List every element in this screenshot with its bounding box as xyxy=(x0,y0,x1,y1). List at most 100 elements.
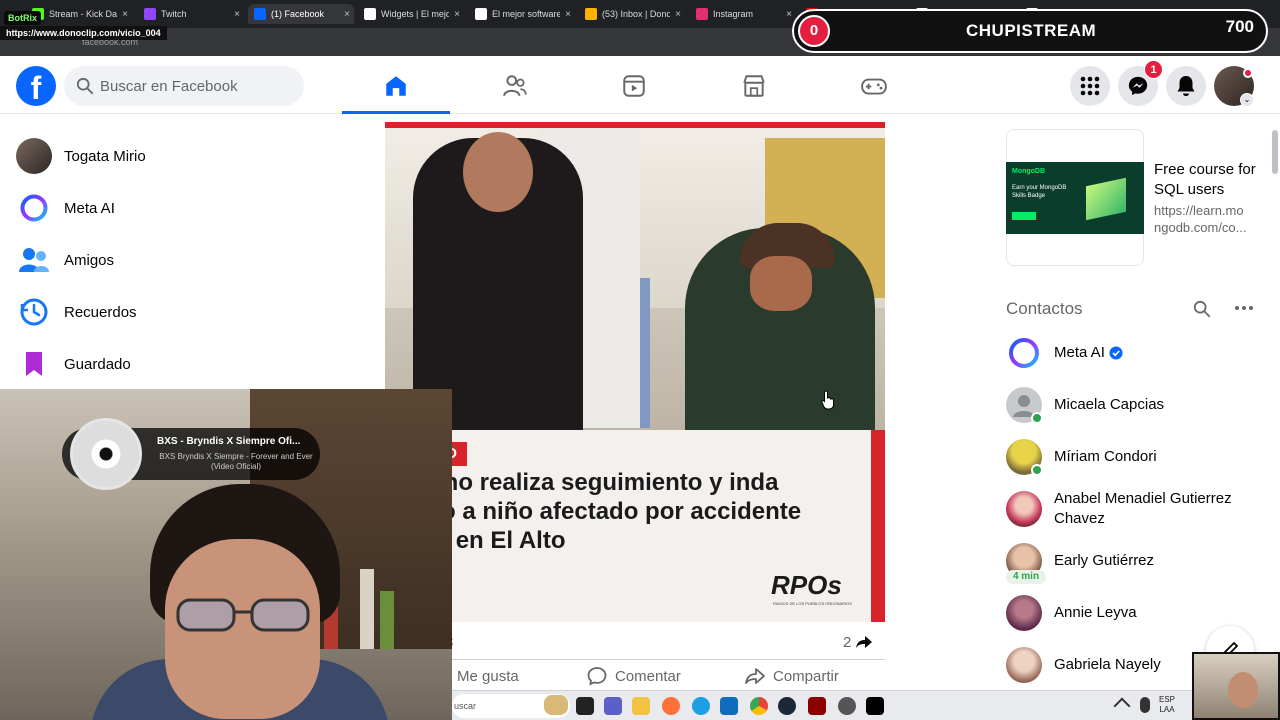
botrix-label: BotRix xyxy=(4,11,41,25)
app-icon[interactable] xyxy=(808,697,826,715)
now-playing-widget: BXS - Bryndis X Siempre Ofi... BXS Brynd… xyxy=(62,418,320,490)
like-button[interactable]: Me gusta xyxy=(457,662,519,690)
photo-face xyxy=(750,256,812,311)
edge-icon[interactable] xyxy=(692,697,710,715)
tab-video[interactable] xyxy=(580,60,688,112)
verified-badge-icon xyxy=(1109,346,1123,360)
meta-ai-icon xyxy=(16,190,52,226)
share-button[interactable]: Compartir xyxy=(745,662,839,690)
contact-name: Anabel Menadiel Gutierrez Chavez xyxy=(1054,490,1232,527)
stream-count: 0 xyxy=(798,15,830,47)
tab-close-icon[interactable]: × xyxy=(234,9,244,20)
tab-close-icon[interactable]: × xyxy=(675,9,685,20)
sidebar-item-meta-ai[interactable]: Meta AI xyxy=(16,186,376,230)
link-tooltip: https://www.donoclip.com/vicio_004 xyxy=(0,26,167,40)
marketplace-icon xyxy=(743,75,765,97)
avatar xyxy=(1006,647,1042,683)
browser-tab[interactable]: (53) Inbox | Dono × xyxy=(579,4,685,24)
online-status-dot xyxy=(1031,464,1043,476)
more-options-icon[interactable] xyxy=(1234,298,1254,318)
post-source-logo: RPOs xyxy=(771,570,842,600)
microphone-icon[interactable] xyxy=(1140,697,1150,713)
tab-close-icon[interactable]: × xyxy=(122,9,132,20)
share-arrow-icon xyxy=(856,636,872,648)
tab-title: Widgets | El mejo xyxy=(381,9,450,19)
browser-tab[interactable]: Stream - Kick Das × xyxy=(26,4,132,24)
search-input[interactable] xyxy=(100,66,296,106)
sponsored-image-button xyxy=(1012,212,1036,220)
tiktok-icon[interactable] xyxy=(866,697,884,715)
facebook-logo[interactable]: f xyxy=(16,66,56,106)
sidebar-item-saved[interactable]: Guardado xyxy=(16,342,376,386)
contact-item[interactable]: Míriam Condori xyxy=(1006,435,1266,479)
browser-tab[interactable]: El mejor software × xyxy=(469,4,575,24)
friends-icon xyxy=(503,75,527,97)
taskbar-widget-icon[interactable] xyxy=(544,695,568,715)
default-avatar-icon xyxy=(1006,387,1043,424)
facebook-header: f xyxy=(0,56,1280,114)
browser-tab[interactable]: Instagram × xyxy=(690,4,796,24)
avatar xyxy=(1006,595,1042,631)
menu-button[interactable] xyxy=(1070,66,1110,106)
profile-avatar xyxy=(16,138,52,174)
obs-icon[interactable] xyxy=(838,697,856,715)
post-source-subtitle: RADIOS DE LOS PUEBLOS ORIGINARIOS xyxy=(773,601,852,606)
file-explorer-icon[interactable] xyxy=(632,697,650,715)
sponsored-image-text: Earn your MongoDB Skills Badge xyxy=(1012,185,1067,199)
messenger-badge: 1 xyxy=(1144,60,1163,79)
browser-tab[interactable]: Twitch × xyxy=(138,4,244,24)
post-photo[interactable] xyxy=(385,122,885,430)
post-headline-banner: GURIDAD obierno realiza seguimiento y in… xyxy=(385,430,885,622)
bell-icon xyxy=(1177,76,1195,96)
firefox-icon[interactable] xyxy=(662,697,680,715)
tab-title: Stream - Kick Das xyxy=(49,9,118,19)
tab-close-icon[interactable]: × xyxy=(454,9,464,20)
mail-icon[interactable] xyxy=(720,697,738,715)
home-icon xyxy=(386,76,406,96)
grid-menu-icon xyxy=(1080,76,1100,96)
friends-icon xyxy=(16,242,52,278)
sidebar-item-memories[interactable]: Recuerdos xyxy=(16,290,376,334)
tab-favicon-icon xyxy=(585,8,597,20)
sidebar-item-label: Recuerdos xyxy=(64,303,137,321)
chrome-icon[interactable] xyxy=(750,697,768,715)
meta-ai-icon xyxy=(1006,335,1042,371)
contact-item[interactable]: 4 min Early Gutiérrez xyxy=(1006,539,1266,584)
now-playing-title: BXS - Bryndis X Siempre Ofi... xyxy=(157,436,301,447)
shares-count[interactable]: 2 xyxy=(843,634,851,651)
notifications-button[interactable] xyxy=(1166,66,1206,106)
contacts-search-icon[interactable] xyxy=(1193,300,1211,318)
scrollbar[interactable] xyxy=(1272,130,1278,174)
steam-icon[interactable] xyxy=(778,697,796,715)
tab-close-icon[interactable]: × xyxy=(344,9,354,20)
sidebar-item-profile[interactable]: Togata Mirio xyxy=(16,134,376,178)
account-chevron-down-icon[interactable]: ⌄ xyxy=(1240,93,1254,107)
contact-item[interactable]: Anabel Menadiel Gutierrez Chavez xyxy=(1006,487,1266,531)
input-language[interactable]: ESP LAA xyxy=(1159,695,1175,715)
chevron-up-icon[interactable] xyxy=(1113,697,1131,715)
browser-tab[interactable]: (1) Facebook × xyxy=(248,4,354,24)
task-view-icon[interactable] xyxy=(576,697,594,715)
tab-marketplace[interactable] xyxy=(700,60,808,112)
tab-home[interactable] xyxy=(342,60,450,114)
tab-gaming[interactable] xyxy=(820,60,928,112)
tab-close-icon[interactable]: × xyxy=(786,9,796,20)
browser-tab[interactable]: Widgets | El mejo × xyxy=(358,4,464,24)
saved-icon xyxy=(16,346,52,382)
sidebar-item-friends[interactable]: Amigos xyxy=(16,238,376,282)
sponsored-image[interactable]: MongoDB Earn your MongoDB Skills Badge xyxy=(1006,162,1144,234)
sponsored-url[interactable]: https://learn.mongodb.com/co... xyxy=(1154,202,1250,236)
contact-item[interactable]: Meta AI xyxy=(1006,331,1266,375)
tab-title: El mejor software xyxy=(492,9,561,19)
comment-button[interactable]: Comentar xyxy=(587,662,681,690)
teams-icon[interactable] xyxy=(604,697,622,715)
feed-post: GURIDAD obierno realiza seguimiento y in… xyxy=(385,114,885,690)
contact-item[interactable]: Micaela Capcias xyxy=(1006,383,1266,427)
sidebar-item-label: Amigos xyxy=(64,251,115,269)
sponsored-title[interactable]: Free course for SQL users xyxy=(1154,160,1272,200)
search-box[interactable] xyxy=(64,66,304,106)
tab-close-icon[interactable]: × xyxy=(565,9,575,20)
gaming-icon xyxy=(861,78,887,95)
comment-label: Comentar xyxy=(615,667,681,685)
tab-friends[interactable] xyxy=(461,60,569,112)
